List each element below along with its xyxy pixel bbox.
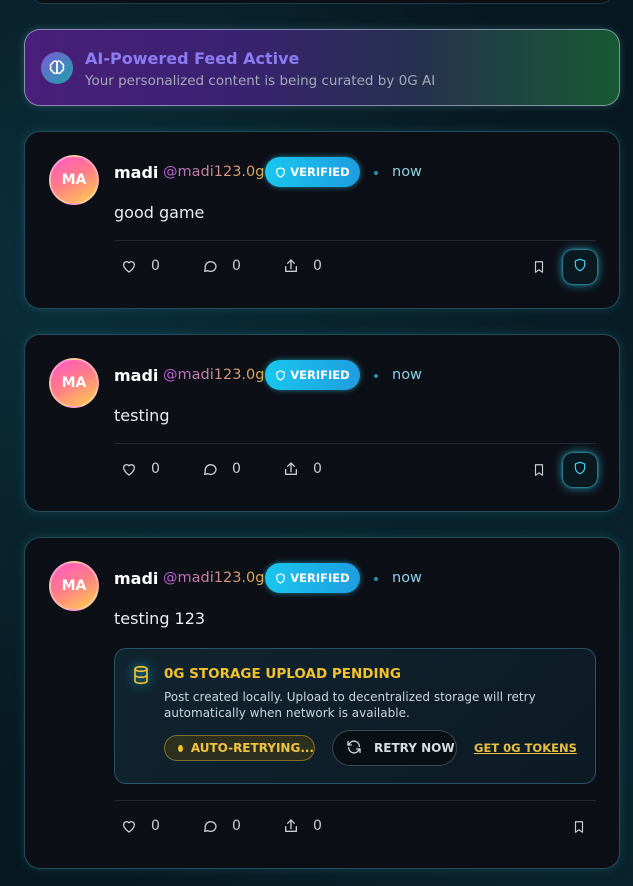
author-name[interactable]: madi (114, 366, 158, 385)
like-count: 0 (151, 258, 160, 274)
separator-dot (374, 577, 378, 581)
share-icon (283, 818, 299, 834)
post-card: MA madi @madi123.0g VERIFIED now good ga… (24, 131, 620, 309)
comment-button[interactable]: 0 (202, 461, 241, 477)
auto-retry-label: AUTO-RETRYING... (190, 741, 314, 755)
storage-pending-notice: 0G STORAGE UPLOAD PENDING Post created l… (114, 648, 596, 784)
author-handle[interactable]: @madi123.0g (163, 570, 264, 586)
like-button[interactable]: 0 (121, 461, 160, 477)
shield-icon (275, 166, 286, 178)
post-card: MA madi @madi123.0g VERIFIED now testing… (24, 334, 620, 512)
verified-label: VERIFIED (290, 165, 350, 179)
avatar[interactable]: MA (49, 358, 99, 408)
like-count: 0 (151, 461, 160, 477)
bookmark-icon[interactable] (532, 462, 546, 482)
post-time: now (392, 570, 422, 586)
comment-count: 0 (232, 818, 241, 834)
post-content: testing (114, 406, 170, 425)
divider (114, 443, 596, 444)
post-card: MA madi @madi123.0g VERIFIED now testing… (24, 537, 620, 869)
like-button[interactable]: 0 (121, 818, 160, 834)
auto-retry-status: AUTO-RETRYING... (164, 735, 315, 761)
verified-badge: VERIFIED (265, 360, 360, 390)
verified-badge: VERIFIED (265, 157, 360, 187)
avatar[interactable]: MA (49, 155, 99, 205)
verify-shield-button[interactable] (563, 453, 597, 487)
comment-icon (202, 818, 218, 834)
author-handle[interactable]: @madi123.0g (163, 164, 264, 180)
verified-label: VERIFIED (290, 571, 350, 585)
share-button[interactable]: 0 (283, 818, 322, 834)
post-time: now (392, 164, 422, 180)
share-icon (283, 461, 299, 477)
like-count: 0 (151, 818, 160, 834)
shield-icon (573, 460, 587, 480)
divider (114, 800, 596, 801)
previous-post-card-edge (28, 0, 616, 4)
heart-icon (121, 461, 137, 477)
post-time: now (392, 367, 422, 383)
comment-icon (202, 258, 218, 274)
share-icon (283, 258, 299, 274)
divider (114, 240, 596, 241)
refresh-icon (346, 739, 362, 758)
storage-description: Post created locally. Upload to decentra… (164, 690, 536, 720)
heart-icon (121, 258, 137, 274)
comment-button[interactable]: 0 (202, 258, 241, 274)
like-button[interactable]: 0 (121, 258, 160, 274)
banner-subtitle: Your personalized content is being curat… (85, 73, 436, 89)
storage-title: 0G STORAGE UPLOAD PENDING (164, 666, 401, 682)
bookmark-icon[interactable] (572, 819, 586, 839)
shield-icon (573, 257, 587, 277)
separator-dot (374, 171, 378, 175)
get-tokens-link[interactable]: GET 0G TOKENS (474, 741, 577, 755)
share-count: 0 (313, 258, 322, 274)
author-name[interactable]: madi (114, 569, 158, 588)
verify-shield-button[interactable] (563, 250, 597, 284)
author-handle[interactable]: @madi123.0g (163, 367, 264, 383)
avatar[interactable]: MA (49, 561, 99, 611)
share-button[interactable]: 0 (283, 258, 322, 274)
banner-title: AI-Powered Feed Active (85, 49, 300, 68)
ai-feed-banner: AI-Powered Feed Active Your personalized… (24, 29, 620, 106)
post-content: good game (114, 203, 205, 222)
comment-icon (202, 461, 218, 477)
shield-icon (275, 369, 286, 381)
comment-button[interactable]: 0 (202, 818, 241, 834)
heart-icon (121, 818, 137, 834)
comment-count: 0 (232, 258, 241, 274)
retry-now-label: RETRY NOW (374, 741, 455, 755)
shield-icon (275, 572, 286, 584)
bookmark-icon[interactable] (532, 259, 546, 279)
verified-badge: VERIFIED (265, 563, 360, 593)
share-button[interactable]: 0 (283, 461, 322, 477)
verified-label: VERIFIED (290, 368, 350, 382)
share-count: 0 (313, 818, 322, 834)
status-dot (178, 744, 183, 752)
comment-count: 0 (232, 461, 241, 477)
brain-icon (41, 52, 73, 84)
separator-dot (374, 374, 378, 378)
database-icon (129, 661, 153, 689)
retry-now-button[interactable]: RETRY NOW (332, 730, 457, 766)
share-count: 0 (313, 461, 322, 477)
author-name[interactable]: madi (114, 163, 158, 182)
post-content: testing 123 (114, 609, 206, 628)
